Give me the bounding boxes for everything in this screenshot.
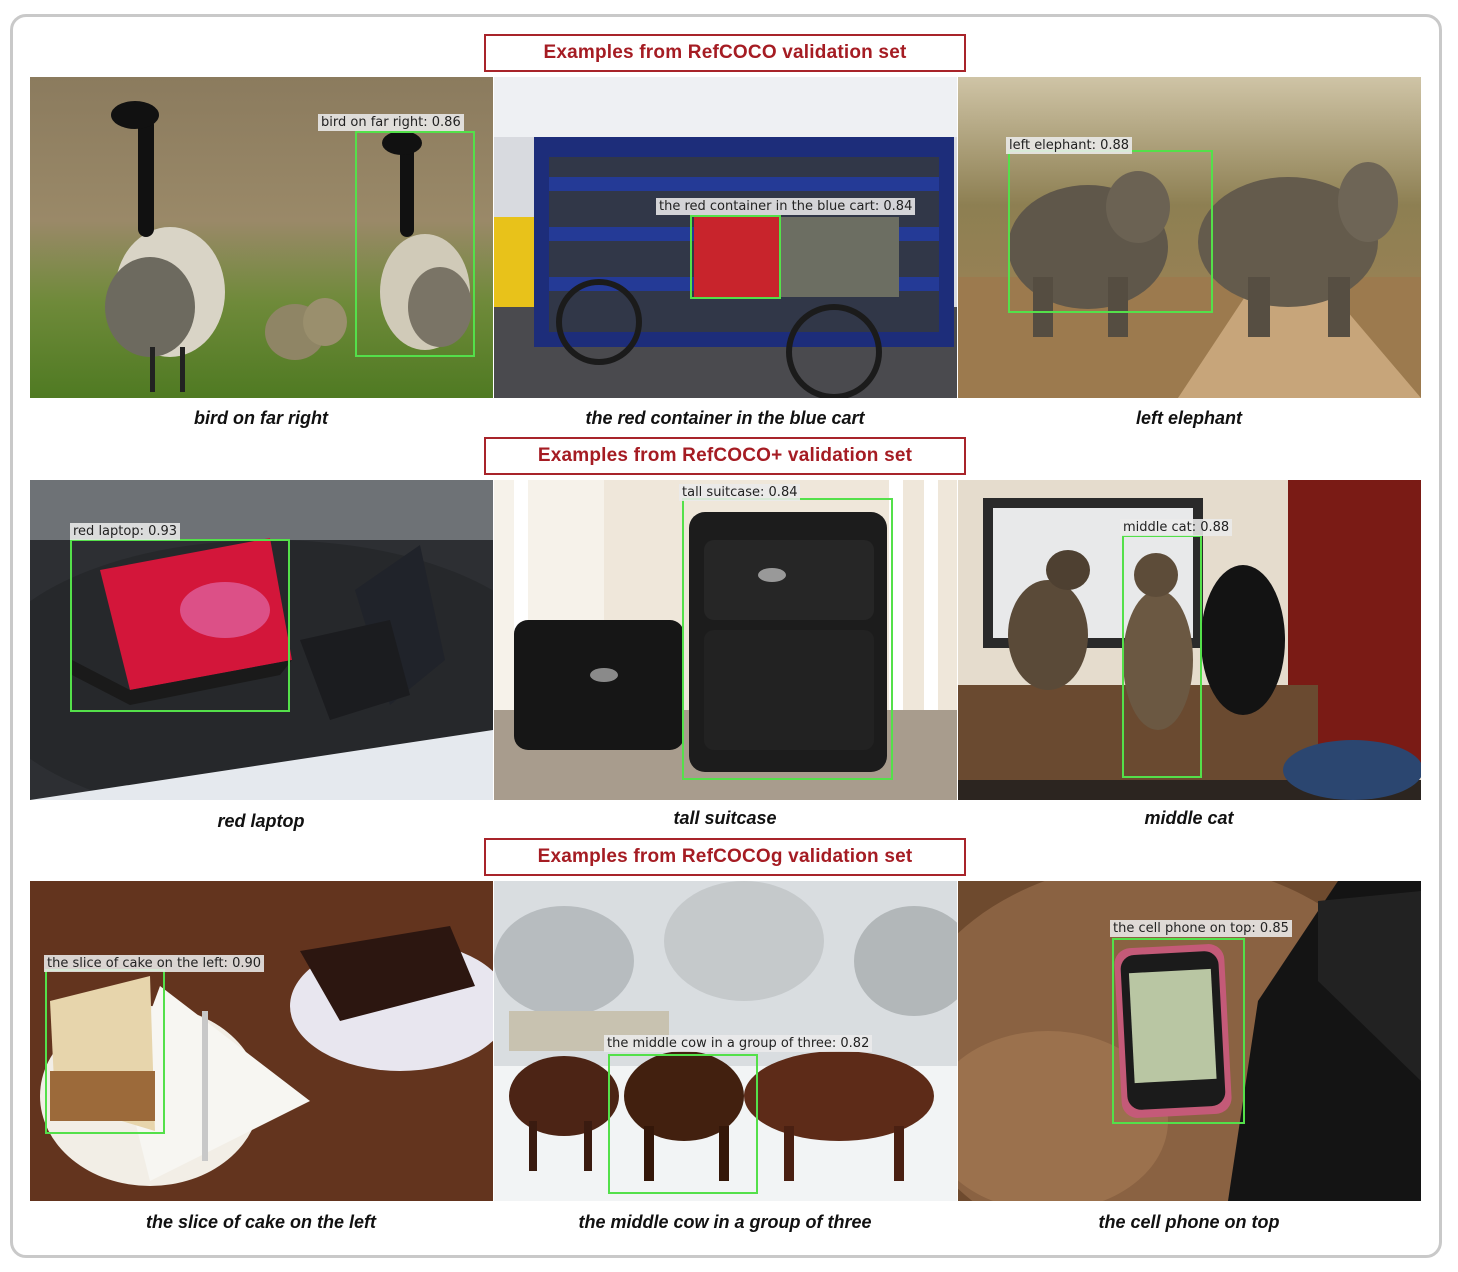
detection-label: the red container in the blue cart: 0.84 [656, 198, 916, 215]
bounding-box [355, 131, 475, 357]
bounding-box [45, 969, 165, 1134]
caption: the red container in the blue cart [585, 408, 865, 428]
caption: the middle cow in a group of three [578, 1212, 872, 1232]
detection-label: tall suitcase: 0.84 [679, 484, 801, 501]
detection-label: the cell phone on top: 0.85 [1110, 920, 1292, 937]
bounding-box [608, 1054, 758, 1194]
photo-phone: the cell phone on top: 0.85 [958, 881, 1421, 1201]
caption: red laptop [217, 811, 305, 831]
photo-elephants: left elephant: 0.88 [958, 77, 1421, 398]
caption: the slice of cake on the left [145, 1212, 377, 1232]
bounding-box [70, 539, 290, 712]
caption: left elephant [1135, 408, 1242, 428]
photo-cats: middle cat: 0.88 [958, 480, 1421, 800]
bounding-box [690, 215, 781, 299]
photo-geese: bird on far right: 0.86 [30, 77, 493, 398]
photo-cake: the slice of cake on the left: 0.90 [30, 881, 493, 1201]
caption: the cell phone on top [1098, 1212, 1280, 1232]
bounding-box [1112, 938, 1245, 1124]
caption: middle cat [1144, 808, 1234, 828]
photo-laptops: red laptop: 0.93 [30, 480, 493, 800]
photo-cows: the middle cow in a group of three: 0.82 [494, 881, 957, 1201]
section-title-refcocog: Examples from RefCOCOg validation set [484, 838, 966, 876]
detection-label: the slice of cake on the left: 0.90 [44, 955, 265, 972]
photo-suitcases: tall suitcase: 0.84 [494, 480, 957, 800]
bounding-box [1008, 150, 1213, 313]
caption: bird on far right [194, 408, 328, 428]
detection-label: middle cat: 0.88 [1120, 519, 1233, 536]
detection-label: red laptop: 0.93 [70, 523, 181, 540]
bounding-box [1122, 535, 1202, 778]
section-title-refcoco-plus: Examples from RefCOCO+ validation set [484, 437, 966, 475]
photo-blue-cart: the red container in the blue cart: 0.84 [494, 77, 957, 398]
caption: tall suitcase [673, 808, 777, 828]
detection-label: left elephant: 0.88 [1006, 137, 1133, 154]
detection-label: the middle cow in a group of three: 0.82 [604, 1035, 873, 1052]
bounding-box [682, 498, 893, 780]
section-title-refcoco: Examples from RefCOCO validation set [484, 34, 966, 72]
detection-label: bird on far right: 0.86 [318, 114, 464, 131]
